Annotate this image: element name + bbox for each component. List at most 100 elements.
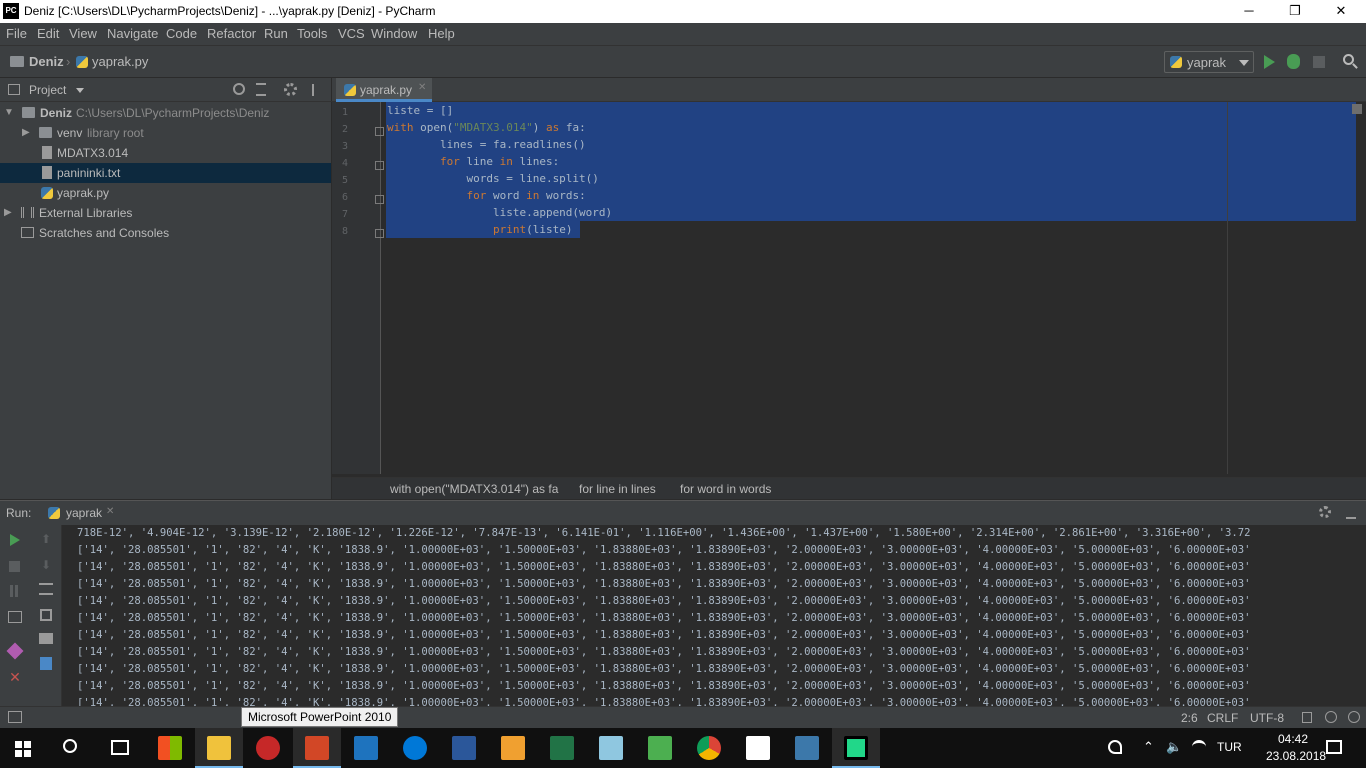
run-tab-label[interactable]: yaprak (66, 506, 102, 520)
code-area[interactable]: liste = [] with open("MDATX3.014") as fa… (382, 102, 1366, 474)
tree-item-panininki[interactable]: panininki.txt (0, 163, 331, 183)
console-output[interactable]: 718E-12', '4.904E-12', '3.139E-12', '2.1… (62, 525, 1366, 707)
up-arrow-icon[interactable]: ⬆ (38, 532, 54, 546)
app-icon[interactable] (648, 736, 672, 760)
mail-icon[interactable] (746, 736, 770, 760)
close-icon[interactable]: ✕ (106, 506, 114, 517)
menu-view[interactable]: View (69, 26, 97, 41)
menu-run[interactable]: Run (264, 26, 288, 41)
stop-icon[interactable] (1313, 56, 1325, 68)
code-line: words = line.split() (387, 172, 599, 185)
inspector-icon[interactable] (1325, 711, 1337, 723)
clock-date[interactable]: 23.08.2018 (1266, 749, 1326, 763)
gear-icon[interactable] (284, 83, 297, 96)
restore-button[interactable]: ❐ (1272, 0, 1318, 23)
pause-icon[interactable] (10, 585, 13, 597)
chrome-icon[interactable] (697, 736, 721, 760)
console-line: ['14', '28.085501', '1', '82', '4', 'K',… (77, 680, 1251, 692)
breadcrumb-item[interactable]: for line in lines (579, 482, 656, 496)
close-icon[interactable]: ✕ (7, 671, 23, 685)
project-panel-title[interactable]: Project (29, 83, 66, 97)
menu-vcs[interactable]: VCS (338, 26, 365, 41)
line-number: 8 (341, 226, 348, 237)
network-icon[interactable] (1192, 740, 1206, 754)
menu-refactor[interactable]: Refactor (207, 26, 256, 41)
people-icon[interactable] (1108, 740, 1122, 754)
app-icon[interactable] (599, 736, 623, 760)
line-number: 1 (341, 107, 348, 118)
pycharm-icon[interactable] (844, 736, 868, 760)
file-explorer-icon[interactable] (207, 736, 231, 760)
nav-file-crumb[interactable]: yaprak.py (92, 54, 148, 69)
minimize-button[interactable]: ─ (1226, 0, 1272, 23)
close-button[interactable]: ✕ (1318, 0, 1364, 23)
soft-wrap-icon[interactable] (39, 583, 53, 595)
task-view-icon[interactable] (111, 740, 129, 755)
tool-windows-icon[interactable] (8, 711, 22, 723)
chevron-right-icon[interactable]: ▶ (22, 123, 34, 143)
gear-icon[interactable] (1319, 506, 1331, 518)
powerpoint-icon[interactable] (305, 736, 329, 760)
event-log-icon[interactable] (1348, 711, 1360, 723)
menu-code[interactable]: Code (166, 26, 197, 41)
search-icon[interactable] (63, 739, 77, 753)
scroll-to-end-icon[interactable] (40, 609, 52, 621)
hide-panel-icon[interactable] (1346, 507, 1356, 519)
store-icon[interactable] (158, 736, 182, 760)
down-arrow-icon[interactable]: ⬇ (38, 558, 54, 572)
app-icon[interactable] (256, 736, 280, 760)
folder-icon (22, 107, 35, 118)
menu-tools[interactable]: Tools (297, 26, 327, 41)
code-line: for line in lines: (439, 155, 560, 168)
locate-icon[interactable] (233, 83, 245, 95)
menu-help[interactable]: Help (428, 26, 455, 41)
nav-project-crumb[interactable]: Deniz (29, 54, 64, 69)
tree-item-yaprak[interactable]: yaprak.py (0, 183, 331, 203)
cursor-position[interactable]: 2:6 (1181, 711, 1198, 725)
tree-item-project-root[interactable]: ▼ Deniz C:\Users\DL\PycharmProjects\Deni… (0, 103, 331, 123)
rerun-icon[interactable] (10, 534, 20, 546)
close-icon[interactable]: ✕ (418, 82, 426, 93)
media-player-icon[interactable] (501, 736, 525, 760)
menu-window[interactable]: Window (371, 26, 417, 41)
excel-icon[interactable] (550, 736, 574, 760)
chevron-down-icon[interactable] (76, 88, 84, 93)
collapse-all-icon[interactable] (256, 83, 266, 96)
editor-tab-yaprak[interactable]: yaprak.py ✕ (336, 78, 432, 102)
tree-item-venv[interactable]: ▶ venv library root (0, 123, 331, 143)
stop-icon[interactable] (9, 561, 20, 572)
breadcrumb: with open("MDATX3.014") as fa for line i… (332, 477, 1366, 499)
windows-start-icon[interactable] (15, 741, 31, 757)
run-config-selector[interactable]: yaprak (1164, 51, 1254, 73)
pin-icon[interactable] (6, 642, 24, 660)
clock-time[interactable]: 04:42 (1278, 732, 1308, 746)
menu-file[interactable]: File (6, 26, 27, 41)
run-icon[interactable] (1264, 55, 1275, 69)
chevron-down-icon[interactable]: ▼ (4, 103, 16, 123)
hide-panel-icon[interactable] (312, 84, 314, 96)
chevron-right-icon[interactable]: ▶ (4, 203, 16, 223)
lock-icon[interactable] (1302, 712, 1312, 723)
volume-icon[interactable]: 🔈 (1166, 739, 1182, 755)
input-language[interactable]: TUR (1217, 740, 1242, 754)
debug-icon[interactable] (1287, 54, 1300, 69)
tree-item-scratches[interactable]: Scratches and Consoles (0, 223, 331, 243)
notifications-icon[interactable] (1326, 740, 1342, 754)
print-icon[interactable] (39, 633, 53, 644)
file-encoding[interactable]: UTF-8 (1250, 711, 1284, 725)
edge-icon[interactable] (403, 736, 427, 760)
layout-icon[interactable] (8, 611, 22, 623)
word-icon[interactable] (452, 736, 476, 760)
breadcrumb-item[interactable]: for word in words (680, 482, 771, 496)
app-icon[interactable] (795, 736, 819, 760)
menu-navigate[interactable]: Navigate (107, 26, 158, 41)
line-separator[interactable]: CRLF (1207, 711, 1238, 725)
menu-edit[interactable]: Edit (37, 26, 59, 41)
tree-item-external-libraries[interactable]: ▶ External Libraries (0, 203, 331, 223)
inspection-status-icon[interactable] (1352, 104, 1362, 114)
chevron-up-icon[interactable]: ⌃ (1143, 739, 1154, 755)
trash-icon[interactable] (40, 657, 52, 670)
breadcrumb-item[interactable]: with open("MDATX3.014") as fa (390, 482, 558, 496)
defender-icon[interactable] (354, 736, 378, 760)
tree-item-mdatx[interactable]: MDATX3.014 (0, 143, 331, 163)
